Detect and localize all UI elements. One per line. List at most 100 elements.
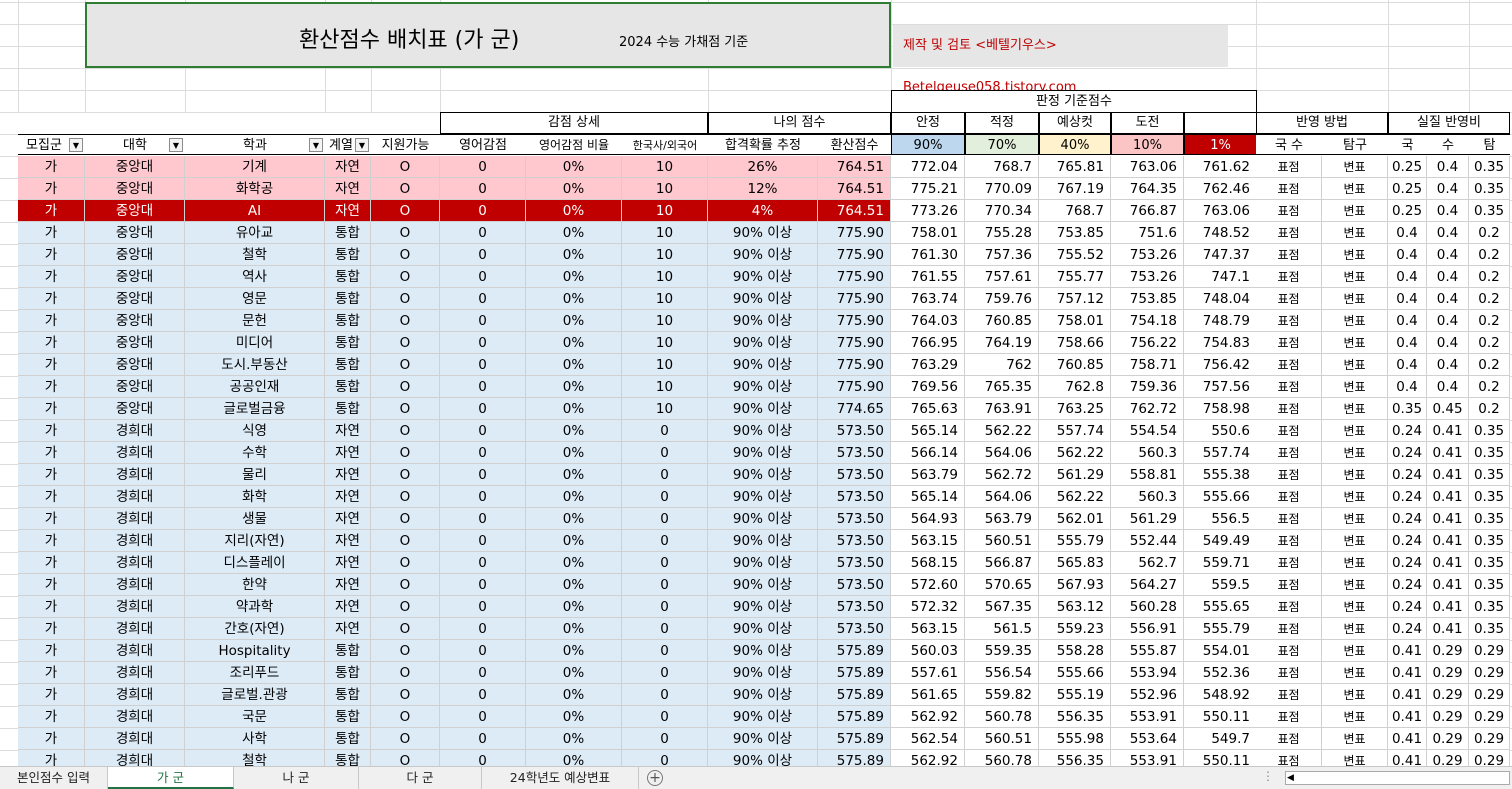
cell-ratio-math[interactable]: 0.41 [1427, 486, 1469, 508]
cell-cut-proper[interactable]: 763.91 [965, 398, 1039, 420]
col-header-univ[interactable]: 대학 ▼ [85, 134, 185, 155]
cell-korhist[interactable]: 10 [622, 156, 708, 178]
cell-korhist[interactable]: 0 [622, 728, 708, 750]
col-header-track[interactable]: 계열 ▼ [325, 134, 371, 155]
cell-score[interactable]: 575.89 [818, 662, 891, 684]
cell-ratio-math[interactable]: 0.29 [1427, 684, 1469, 706]
tab-group-da[interactable]: 다 군 [359, 767, 482, 789]
cell-eng-ratio[interactable]: 0% [526, 156, 622, 178]
cell-korhist[interactable]: 0 [622, 530, 708, 552]
cell-avail[interactable]: O [371, 222, 440, 244]
cell-prob[interactable]: 90% 이상 [708, 684, 818, 706]
cell-ratio-math[interactable]: 0.4 [1427, 222, 1469, 244]
cell-eng-ratio[interactable]: 0% [526, 398, 622, 420]
cell-method-tam[interactable]: 변표 [1322, 662, 1388, 684]
cell-ratio-kor[interactable]: 0.25 [1388, 156, 1427, 178]
cell-score[interactable]: 573.50 [818, 486, 891, 508]
cell-avail[interactable]: O [371, 442, 440, 464]
cell-track[interactable]: 자연 [325, 574, 371, 596]
cell-method-ks[interactable]: 표점 [1256, 508, 1322, 530]
table-row[interactable]: 가 경희대 디스플레이 자연 O 0 0% 0 90% 이상 573.50 568.15 566.87… [0, 552, 1512, 574]
cell-cut-challenge[interactable]: 553.64 [1111, 728, 1184, 750]
cell-cut-challenge[interactable]: 552.44 [1111, 530, 1184, 552]
add-sheet-icon[interactable]: + [647, 770, 663, 786]
cell-univ[interactable]: 경희대 [85, 684, 185, 706]
cell-dept[interactable]: 약과학 [185, 596, 325, 618]
cell-cut-challenge[interactable]: 759.36 [1111, 376, 1184, 398]
cell-track[interactable]: 자연 [325, 552, 371, 574]
cell-prob[interactable]: 90% 이상 [708, 310, 818, 332]
cell-cut-expect[interactable]: 760.85 [1039, 354, 1111, 376]
cell-group[interactable]: 가 [18, 662, 85, 684]
col-header-score[interactable]: 환산점수 [818, 134, 891, 155]
cell-method-ks[interactable]: 표점 [1256, 728, 1322, 750]
cell-avail[interactable]: O [371, 618, 440, 640]
cell-cut-proper[interactable]: 564.06 [965, 442, 1039, 464]
cell-group[interactable]: 가 [18, 464, 85, 486]
cell-method-tam[interactable]: 변표 [1322, 420, 1388, 442]
cell-eng-deduct[interactable]: 0 [440, 530, 526, 552]
cell-avail[interactable]: O [371, 574, 440, 596]
cell-cut-proper[interactable]: 560.51 [965, 530, 1039, 552]
cell-eng-deduct[interactable]: 0 [440, 618, 526, 640]
cell-dept[interactable]: AI [185, 200, 325, 222]
table-row[interactable]: 가 중앙대 역사 통합 O 0 0% 10 90% 이상 775.90 761.55 757.61 75… [0, 266, 1512, 288]
cell-eng-deduct[interactable]: 0 [440, 640, 526, 662]
cell-track[interactable]: 통합 [325, 640, 371, 662]
cell-ratio-tam[interactable]: 0.35 [1469, 552, 1510, 574]
horizontal-scrollbar[interactable]: ◀ [1285, 771, 1510, 785]
cell-univ[interactable]: 경희대 [85, 574, 185, 596]
table-row[interactable]: 가 경희대 한약 자연 O 0 0% 0 90% 이상 573.50 572.60 570.65 567… [0, 574, 1512, 596]
cell-method-tam[interactable]: 변표 [1322, 552, 1388, 574]
cell-eng-deduct[interactable]: 0 [440, 706, 526, 728]
cell-track[interactable]: 통합 [325, 662, 371, 684]
cell-group[interactable]: 가 [18, 376, 85, 398]
cell-cut-challenge[interactable]: 560.3 [1111, 486, 1184, 508]
cell-ratio-kor[interactable]: 0.25 [1388, 200, 1427, 222]
cell-method-ks[interactable]: 표점 [1256, 200, 1322, 222]
cell-group[interactable]: 가 [18, 178, 85, 200]
cell-dept[interactable]: 간호(자연) [185, 618, 325, 640]
cell-score[interactable]: 573.50 [818, 530, 891, 552]
cell-group[interactable]: 가 [18, 552, 85, 574]
cell-cut-challenge[interactable]: 758.71 [1111, 354, 1184, 376]
cell-method-tam[interactable]: 변표 [1322, 398, 1388, 420]
cell-method-ks[interactable]: 표점 [1256, 398, 1322, 420]
cell-cut-onepct[interactable]: 550.11 [1184, 706, 1257, 728]
cell-korhist[interactable]: 10 [622, 178, 708, 200]
cell-cut-expect[interactable]: 765.81 [1039, 156, 1111, 178]
cell-ratio-math[interactable]: 0.29 [1427, 662, 1469, 684]
cell-cut-safe[interactable]: 572.60 [891, 574, 965, 596]
cell-cut-challenge[interactable]: 753.85 [1111, 288, 1184, 310]
cell-korhist[interactable]: 0 [622, 420, 708, 442]
cell-avail[interactable]: O [371, 552, 440, 574]
cell-score[interactable]: 764.51 [818, 156, 891, 178]
cell-cut-proper[interactable]: 760.85 [965, 310, 1039, 332]
cell-cut-safe[interactable]: 563.79 [891, 464, 965, 486]
cell-method-tam[interactable]: 변표 [1322, 728, 1388, 750]
cell-korhist[interactable]: 0 [622, 684, 708, 706]
cell-cut-proper[interactable]: 764.19 [965, 332, 1039, 354]
cell-group[interactable]: 가 [18, 244, 85, 266]
cell-ratio-kor[interactable]: 0.25 [1388, 178, 1427, 200]
cell-ratio-math[interactable]: 0.4 [1427, 288, 1469, 310]
cell-ratio-tam[interactable]: 0.35 [1469, 442, 1510, 464]
cell-cut-proper[interactable]: 556.54 [965, 662, 1039, 684]
cell-eng-ratio[interactable]: 0% [526, 354, 622, 376]
cell-method-tam[interactable]: 변표 [1322, 442, 1388, 464]
cell-univ[interactable]: 중앙대 [85, 156, 185, 178]
cell-korhist[interactable]: 0 [622, 508, 708, 530]
cell-ratio-math[interactable]: 0.41 [1427, 596, 1469, 618]
table-row[interactable]: 가 경희대 글로벌.관광 통합 O 0 0% 0 90% 이상 575.89 561.65 559.8… [0, 684, 1512, 706]
cell-ratio-math[interactable]: 0.4 [1427, 354, 1469, 376]
cell-group[interactable]: 가 [18, 596, 85, 618]
cell-univ[interactable]: 중앙대 [85, 310, 185, 332]
cell-cut-onepct[interactable]: 756.42 [1184, 354, 1257, 376]
cell-avail[interactable]: O [371, 266, 440, 288]
cell-ratio-tam[interactable]: 0.2 [1469, 376, 1510, 398]
cell-cut-onepct[interactable]: 548.92 [1184, 684, 1257, 706]
cell-ratio-math[interactable]: 0.41 [1427, 464, 1469, 486]
cell-cut-proper[interactable]: 562.22 [965, 420, 1039, 442]
cell-cut-challenge[interactable]: 556.91 [1111, 618, 1184, 640]
cell-method-ks[interactable]: 표점 [1256, 354, 1322, 376]
